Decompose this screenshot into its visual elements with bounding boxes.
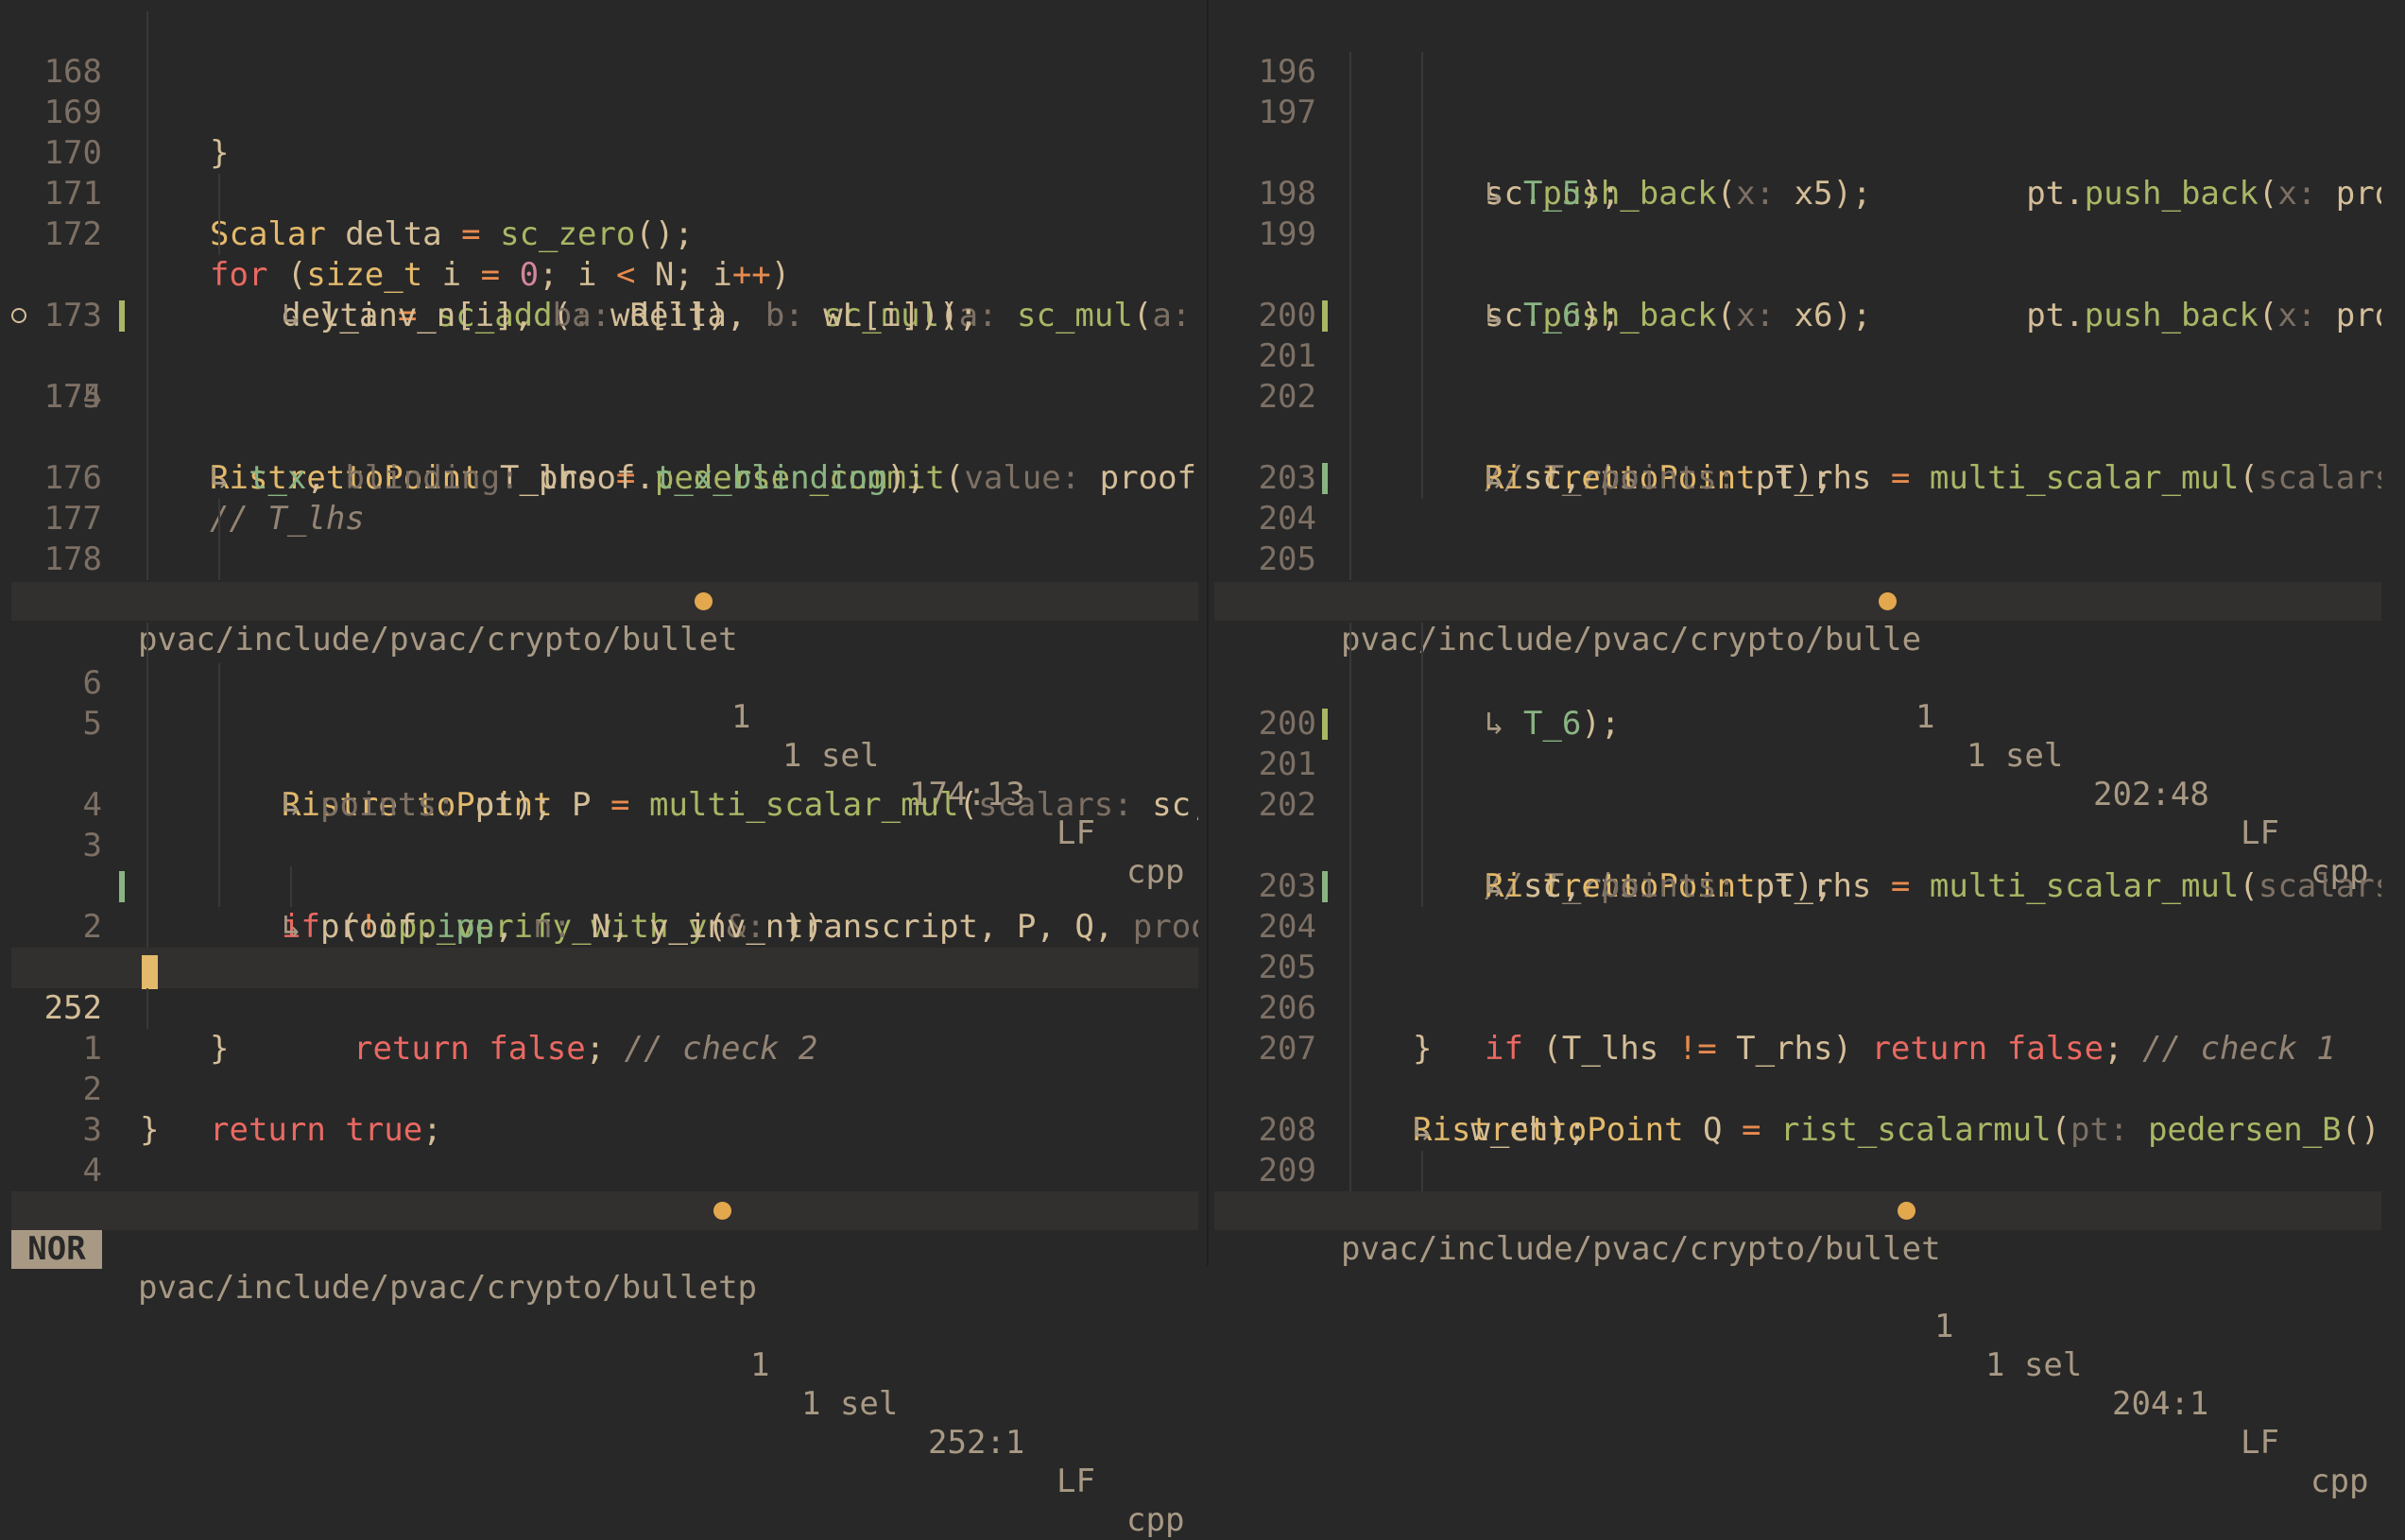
mode-indicator: NOR <box>11 1230 102 1269</box>
code-line: 196 <box>1214 11 2381 91</box>
code-line: 202 RistrettoPoint T_rhs = multi_scalar_… <box>1214 336 2381 497</box>
code-line: 204 if (T_lhs != T_rhs) return false; //… <box>1214 866 2381 1068</box>
code-line: 1 return true; <box>0 988 1198 1149</box>
language: cpp <box>1126 1501 1185 1539</box>
code-line: 210 const auto& gen: const GeneratorTabl… <box>1214 1151 2381 1191</box>
code-line: 2 } <box>0 1029 1198 1149</box>
code-line: 208 <box>1214 1069 2381 1149</box>
statusline-bottom-right: pvac/include/pvac/crypto/bullet 1 1 sel … <box>1214 1191 2381 1500</box>
code-line: 172 delta = sc_add(a: delta, b: sc_mul(a… <box>0 174 1198 334</box>
line-ending: LF <box>1056 1463 1095 1500</box>
code-line: 201 // T_rhs <box>1214 296 2381 497</box>
code-line: 199 sc.push_back(x: x6); pt.push_back(x:… <box>1214 174 2381 334</box>
code-line: 6 <box>0 623 1198 702</box>
code-line: 209 { <box>1214 1110 2381 1189</box>
code-line: 4 <box>0 744 1198 824</box>
code-line: 201 // T_rhs <box>1214 704 2381 905</box>
code-line: 2 return false; // check 2 <box>0 866 1198 1068</box>
editor-pane-top-left[interactable]: 168 } 169 170 Scalar delta = sc_zero(); … <box>0 11 1198 582</box>
editor-pane-top-right[interactable]: 196 197 sc.push_back(x: x5); pt.push_bac… <box>1214 11 2381 582</box>
code-line: 200 <box>1214 255 2381 334</box>
file-path[interactable]: pvac/include/pvac/crypto/bullet <box>1341 1230 1941 1269</box>
code-line-wrapped: ↳ proof.ipp, n: N, y_inv_n)) <box>0 826 1198 946</box>
code-line: 168 } <box>0 11 1198 172</box>
code-line: 4 } <box>0 1110 1198 1189</box>
code-line-wrapped: ↳ points: pt); <box>0 704 1198 824</box>
breakpoint-circle-icon[interactable] <box>11 308 26 323</box>
code-line: 171 for (size_t i = 0; i < N; i++) <box>0 133 1198 294</box>
code-line: 175 RistrettoPoint T_lhs = pedersen_comm… <box>0 336 1198 497</box>
code-line-wrapped: ↳ sc, points: pt); <box>1214 377 2381 497</box>
code-line: 174 // T_lhs <box>0 296 1198 538</box>
code-line-wrapped: ↳ w_ch); <box>1214 1029 2381 1149</box>
code-line-wrapped: ↳ T_6); <box>1214 623 2381 743</box>
editor-pane-bottom-right[interactable]: ↳ T_6); 200 201 // T_rhs 202 RistrettoPo… <box>1214 623 2381 1191</box>
code-line: 197 sc.push_back(x: x5); pt.push_back(x:… <box>1214 52 2381 213</box>
code-line: 3 <box>0 1069 1198 1149</box>
line-ending: LF <box>2241 1424 2279 1462</box>
editor-pane-bottom-left[interactable]: 6 5 RistrettoPoint P = multi_scalar_mul(… <box>0 623 1198 1191</box>
code-line: 169 <box>0 52 1198 131</box>
cursor-position: 252:1 <box>928 1424 1025 1462</box>
code-line-wrapped: ↳ t_x, blinding: proof.t_x_blinding); <box>0 377 1198 497</box>
vertical-split-divider[interactable] <box>1207 0 1209 1266</box>
code-line: 198 <box>1214 133 2381 213</box>
git-added-marker <box>1322 463 1328 494</box>
selection-count: 1 sel <box>1985 1346 2083 1384</box>
code-line: 200 <box>1214 663 2381 743</box>
cursor-line: 252 <box>11 948 1198 1027</box>
code-line: 206 <box>1214 948 2381 1027</box>
file-path[interactable]: pvac/include/pvac/crypto/bulletp <box>138 1269 757 1308</box>
text-cursor <box>142 950 158 991</box>
code-line: 177 { <box>0 458 1198 582</box>
code-line-wrapped: ↳ y_inv_n[i], b: wR[i]), b: wL[i])); <box>0 214 1198 334</box>
git-modified-marker <box>1322 709 1328 740</box>
code-line: 203 <box>1214 826 2381 905</box>
git-added-marker <box>1322 871 1328 902</box>
code-line: 173 <box>0 255 1198 334</box>
code-line-wrapped: ↳ T_5); <box>1214 93 2381 213</box>
code-line: 205 } <box>1214 907 2381 1068</box>
cursor-position: 204:1 <box>2112 1385 2209 1423</box>
code-line: 176 <box>0 418 1198 497</box>
code-line: 205 } <box>1214 499 2381 578</box>
code-line: 170 Scalar delta = sc_zero(); <box>0 93 1198 253</box>
diagnostic-count: 1 <box>1934 1308 1954 1345</box>
statusline-top-left: pvac/include/pvac/crypto/bullet 1 1 sel … <box>11 582 1198 891</box>
git-modified-marker <box>119 300 125 332</box>
statusline-bottom-left: NOR pvac/include/pvac/crypto/bulletp 1 1… <box>11 1191 1198 1539</box>
code-line: 3 if (!ipp_verify_with_y(&: transcript, … <box>0 785 1198 946</box>
language: cpp <box>2311 1463 2369 1500</box>
selection-count: 1 sel <box>801 1385 899 1423</box>
code-line: 204 if (T_lhs != T_rhs) return false; //… <box>1214 458 2381 538</box>
code-line: 5 RistrettoPoint P = multi_scalar_mul(sc… <box>0 663 1198 824</box>
code-line: 203 <box>1214 418 2381 497</box>
code-line: 1 } <box>0 907 1198 1068</box>
diagnostic-count: 1 <box>750 1346 770 1384</box>
code-line: 178 std::vector<Scalar> sc; <box>0 499 1198 578</box>
code-line: 179 std::vector<RistrettoPoint> pt; <box>0 539 1198 582</box>
git-modified-marker <box>1322 300 1328 332</box>
git-added-marker <box>119 871 125 902</box>
code-line: 202 RistrettoPoint T_rhs = multi_scalar_… <box>1214 744 2381 905</box>
code-line: 207 RistrettoPoint Q = rist_scalarmul(pt… <box>1214 988 2381 1149</box>
code-line-wrapped: ↳ sc, points: pt); <box>1214 785 2381 905</box>
code-line-wrapped: ↳ T_6); <box>1214 214 2381 334</box>
code-line: 5 } <box>0 1151 1198 1191</box>
code-line: 206 <box>1214 539 2381 582</box>
statusline-top-right: pvac/include/pvac/crypto/bulle 1 1 sel 2… <box>1214 582 2381 891</box>
